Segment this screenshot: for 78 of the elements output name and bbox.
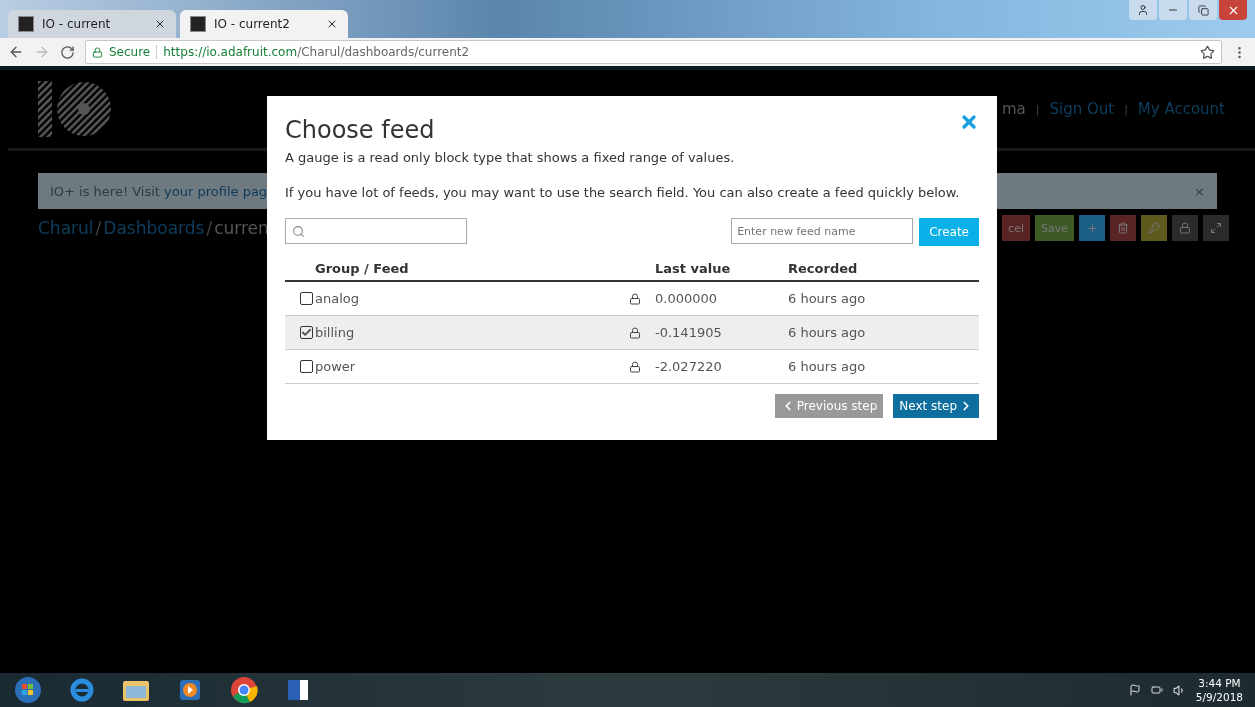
toolbar-button[interactable]: Save	[1035, 215, 1074, 241]
breadcrumb-item[interactable]: Dashboards	[103, 218, 205, 238]
close-icon[interactable]	[326, 18, 338, 30]
feed-name: power	[315, 359, 357, 374]
breadcrumb-item: curren	[214, 218, 269, 238]
nav-link[interactable]: Sign Out	[1049, 100, 1115, 118]
hint-text: If you have lot of feeds, you may want to use the search field. You can also create a feed quickly below.	[285, 185, 961, 200]
column-header: Last value	[655, 260, 732, 276]
star-icon[interactable]	[1200, 44, 1215, 60]
restore-icon	[1197, 4, 1209, 16]
checkbox[interactable]	[299, 326, 313, 339]
feed-name: analog	[315, 291, 360, 306]
toolbar-button[interactable]	[1203, 215, 1229, 241]
breadcrumb-separator: /	[206, 218, 213, 238]
nav-separator: |	[1124, 102, 1128, 116]
last-value: -2.027220	[655, 359, 723, 374]
browser-tab[interactable]: IO - current	[8, 10, 176, 38]
url: https://io.adafruit.com/Charul/dashboards/current2	[163, 45, 470, 59]
notice-text: IO+ is here! Visit your profile pag	[50, 183, 268, 199]
toolbar-button[interactable]	[1172, 215, 1198, 241]
search-icon	[292, 224, 305, 238]
toolbar-button[interactable]	[1110, 215, 1136, 241]
breadcrumb-separator: /	[95, 218, 102, 238]
close-button[interactable]	[1219, 0, 1247, 20]
favicon-icon	[18, 16, 34, 32]
browser-tab[interactable]: IO - current2	[180, 10, 348, 38]
feed-row[interactable]: billing -0.141905 6 hours ago	[285, 316, 979, 350]
profile-link[interactable]: your profile pag	[164, 183, 268, 199]
column-header: Recorded	[788, 260, 859, 276]
dismiss-button[interactable]: ×	[1194, 183, 1205, 199]
nav-separator: |	[1035, 102, 1040, 116]
key-icon	[1148, 222, 1160, 234]
description-text: A gauge is a read only block type that shows a fixed range of values.	[285, 150, 736, 165]
secure-label: Secure	[109, 45, 158, 59]
plus-icon	[1085, 221, 1099, 235]
feed-name: billing	[315, 325, 356, 340]
address-bar[interactable]: Secure https://io.adafruit.com/Charul/dashboards/current2	[85, 40, 1222, 64]
back-icon[interactable]	[8, 44, 24, 60]
create-button[interactable]: Create	[919, 218, 979, 246]
recorded-time: 6 hours ago	[788, 359, 867, 374]
clock[interactable]: 3:44 PM 5/9/2018	[1195, 676, 1243, 704]
tab-title: IO - current	[42, 17, 112, 31]
next-step-button[interactable]: Next step	[893, 394, 979, 418]
reload-icon[interactable]	[60, 44, 75, 60]
dialog-title: Choose feed	[285, 116, 435, 144]
lock-icon	[92, 46, 103, 58]
restore-button[interactable]	[1189, 0, 1217, 20]
feed-name-field[interactable]: Enter new feed name	[731, 218, 914, 244]
volume-icon[interactable]	[1172, 683, 1186, 697]
person-icon	[1137, 4, 1149, 16]
flag-icon[interactable]	[1128, 684, 1141, 696]
profile-button[interactable]	[1129, 0, 1157, 20]
expand-icon	[1210, 222, 1222, 234]
last-value: -0.141905	[655, 325, 723, 340]
previous-step-button[interactable]: Previous step	[774, 394, 884, 418]
lock-icon	[629, 360, 641, 373]
start-button[interactable]	[12, 676, 44, 704]
lock-icon	[629, 292, 641, 305]
lock-icon	[629, 326, 641, 339]
minimize-button[interactable]	[1159, 0, 1187, 20]
chrome-icon[interactable]	[228, 676, 260, 704]
recorded-time: 6 hours ago	[788, 325, 867, 340]
breadcrumb-item[interactable]: Charul	[38, 218, 94, 238]
close-icon[interactable]	[154, 18, 166, 30]
checkbox[interactable]	[299, 360, 313, 373]
toolbar-button[interactable]: cel	[1002, 215, 1030, 241]
nav-link[interactable]: ma	[1001, 100, 1026, 118]
logo-icon	[38, 81, 112, 137]
checkbox[interactable]	[299, 292, 313, 305]
column-header: Group / Feed	[315, 260, 410, 276]
favicon-icon	[190, 16, 206, 32]
recorded-time: 6 hours ago	[788, 291, 867, 306]
trash-icon	[1117, 222, 1129, 234]
nav-link[interactable]: My Account	[1137, 100, 1225, 118]
search-field[interactable]	[285, 218, 467, 244]
last-value: 0.000000	[655, 291, 719, 306]
lock-icon	[1179, 222, 1191, 234]
tab-title: IO - current2	[214, 17, 291, 31]
